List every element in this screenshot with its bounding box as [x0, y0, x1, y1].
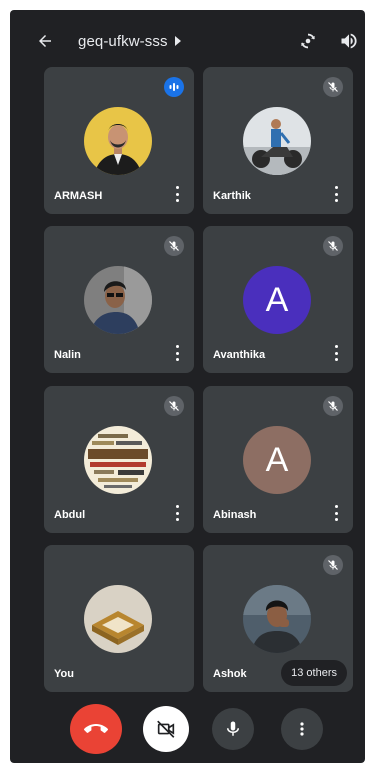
more-options-button[interactable] [281, 708, 323, 750]
participant-menu-button[interactable] [331, 345, 341, 361]
mic-off-icon [328, 560, 338, 570]
participant-tile-armash[interactable]: ARMASH [44, 67, 194, 214]
microphone-icon [227, 721, 239, 736]
avatar: A [243, 266, 311, 334]
muted-indicator [323, 77, 343, 97]
muted-indicator [323, 555, 343, 575]
participant-tile-you[interactable]: You [44, 545, 194, 692]
back-button[interactable] [34, 30, 56, 52]
camera-toggle-button[interactable] [143, 706, 189, 752]
participant-tile-nalin[interactable]: Nalin [44, 226, 194, 373]
meeting-code: geq-ufkw-sss [78, 32, 168, 50]
speaking-indicator [164, 77, 184, 97]
mic-off-icon [169, 401, 179, 411]
participant-tile-abinash[interactable]: A Abinash [203, 386, 353, 533]
avatar: A [243, 426, 311, 494]
camera-off-icon [157, 720, 175, 738]
profile-photo [84, 107, 152, 175]
mic-off-icon [328, 241, 338, 251]
arrow-back-icon [39, 35, 51, 47]
participant-menu-button[interactable] [172, 505, 182, 521]
participant-menu-button[interactable] [172, 345, 182, 361]
speaker-volume-icon [341, 33, 357, 49]
participant-menu-button[interactable] [172, 186, 182, 202]
others-count-chip[interactable]: 13 others [281, 660, 347, 686]
mic-off-icon [169, 241, 179, 251]
chevron-right-icon [174, 36, 181, 46]
microphone-button[interactable] [212, 708, 254, 750]
participant-name: Abinash [213, 509, 257, 521]
profile-photo [84, 266, 152, 334]
speaker-button[interactable] [337, 29, 361, 53]
participant-tile-karthik[interactable]: Karthik [203, 67, 353, 214]
audio-level-icon [169, 83, 179, 91]
participant-name: Ashok [213, 668, 247, 680]
participant-name: Avanthika [213, 349, 266, 361]
switch-camera-button[interactable] [296, 29, 320, 53]
avatar [243, 107, 311, 175]
muted-indicator [323, 236, 343, 256]
mic-off-icon [328, 82, 338, 92]
mic-off-icon [328, 401, 338, 411]
participant-menu-button[interactable] [331, 186, 341, 202]
muted-indicator [164, 396, 184, 416]
profile-photo [84, 585, 152, 653]
more-options-icon [300, 722, 304, 736]
avatar [243, 585, 311, 653]
meeting-info-button[interactable]: geq-ufkw-sss [78, 31, 182, 51]
avatar [84, 426, 152, 494]
top-bar: geq-ufkw-sss [10, 10, 365, 72]
participant-name: Abdul [54, 509, 86, 521]
call-controls [10, 704, 365, 754]
participant-name: ARMASH [54, 190, 103, 202]
participant-name: Karthik [213, 190, 251, 202]
profile-photo [84, 426, 152, 494]
participant-tile-ashok[interactable]: Ashok 13 others [203, 545, 353, 692]
end-call-button[interactable] [70, 704, 122, 754]
avatar [84, 266, 152, 334]
participant-tile-avanthika[interactable]: A Avanthika [203, 226, 353, 373]
meet-call-screen: geq-ufkw-sss ARMASH Karthik Nalin A Avan… [10, 10, 365, 763]
profile-photo [243, 107, 311, 175]
participant-tile-abdul[interactable]: Abdul [44, 386, 194, 533]
participant-name: Nalin [54, 349, 81, 361]
participant-name: You [54, 668, 74, 680]
profile-photo [243, 585, 311, 653]
avatar [84, 585, 152, 653]
switch-camera-icon [301, 33, 315, 49]
participant-menu-button[interactable] [331, 505, 341, 521]
end-call-icon [84, 724, 108, 733]
muted-indicator [164, 236, 184, 256]
avatar [84, 107, 152, 175]
muted-indicator [323, 396, 343, 416]
